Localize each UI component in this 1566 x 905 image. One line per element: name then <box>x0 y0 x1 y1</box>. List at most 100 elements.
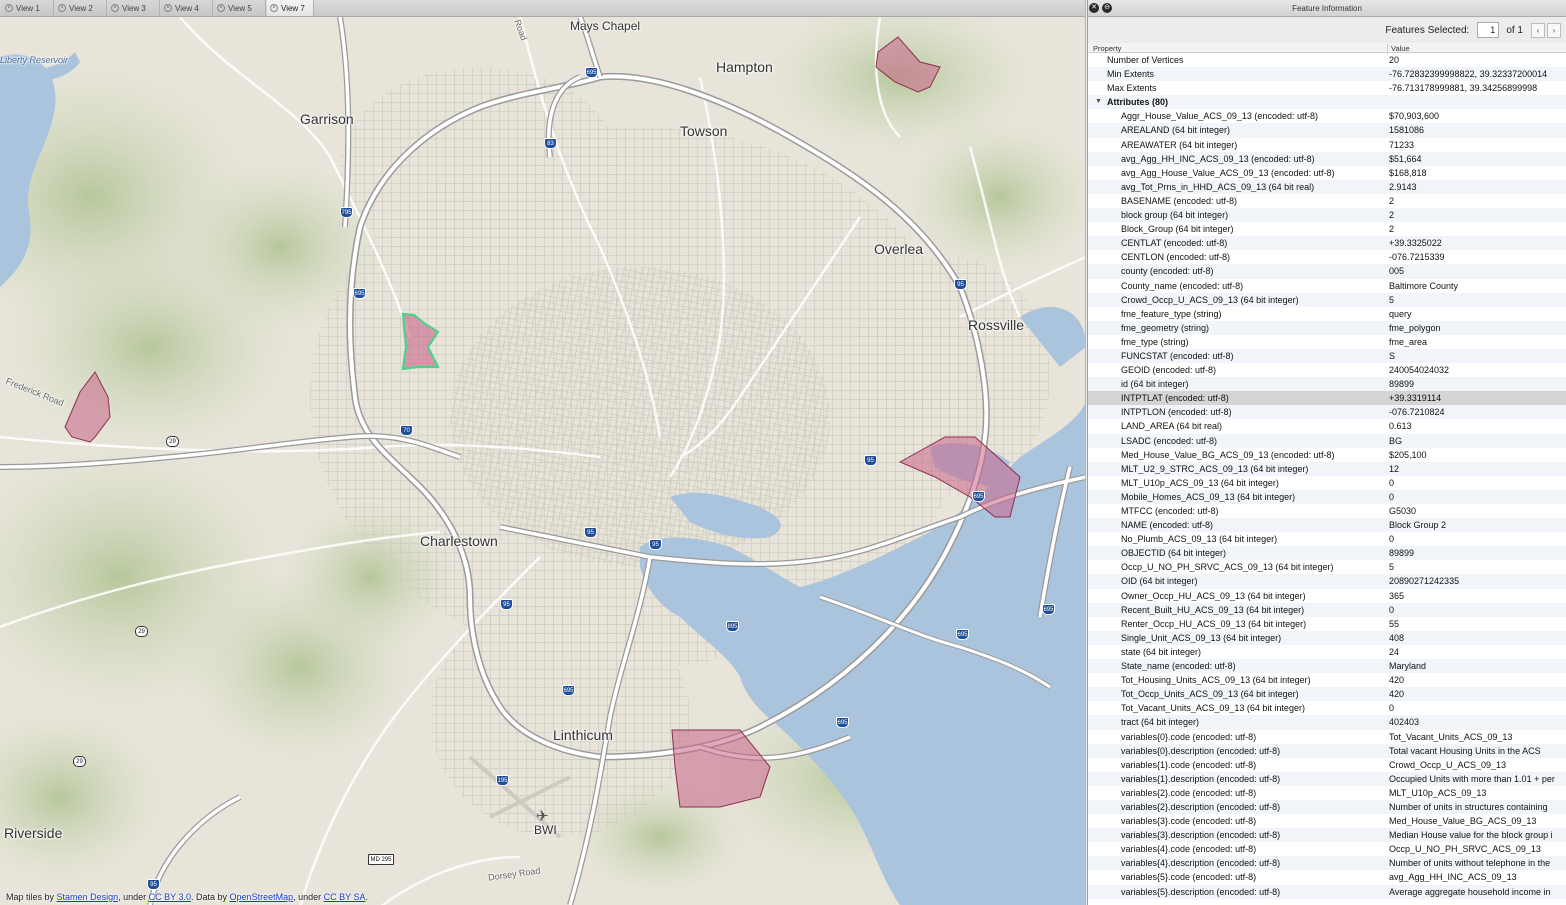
interstate-shield: 695 <box>353 288 366 299</box>
property-row[interactable]: MLT_U10p_ACS_09_13 (64 bit integer) 0 <box>1088 476 1566 490</box>
property-row[interactable]: variables{4}.code (encoded: utf-8) Occp_U… <box>1088 842 1566 856</box>
view-tab[interactable]: × View 7 <box>267 0 314 16</box>
property-row[interactable]: tract (64 bit integer) 402403 <box>1088 715 1566 730</box>
property-row[interactable]: AREAWATER (64 bit integer) 71233 <box>1088 138 1566 152</box>
tab-close-icon[interactable]: × <box>270 4 278 12</box>
property-row[interactable]: CENTLON (encoded: utf-8) -076.7215339 <box>1088 250 1566 264</box>
tab-close-icon[interactable]: × <box>217 4 225 12</box>
property-row[interactable]: Med_House_Value_BG_ACS_09_13 (encoded: u… <box>1088 448 1566 462</box>
property-row[interactable]: LSADC (encoded: utf-8) BG <box>1088 433 1566 448</box>
stamen-link[interactable]: Stamen Design <box>57 892 119 902</box>
property-row[interactable]: County_name (encoded: utf-8) Baltimore Co… <box>1088 279 1566 293</box>
cc-by-sa-link[interactable]: CC BY SA <box>324 892 366 902</box>
property-row[interactable]: fme_feature_type (string) query <box>1088 307 1566 321</box>
property-value: Med_House_Value_BG_ACS_09_13 <box>1389 816 1537 827</box>
property-row[interactable]: fme_type (string) fme_area <box>1088 335 1566 349</box>
features-selected-label: Features Selected: <box>1385 24 1470 36</box>
property-row[interactable]: INTPTLAT (encoded: utf-8) +39.3319114 <box>1088 391 1566 406</box>
property-row[interactable]: Renter_Occp_HU_ACS_09_13 (64 bit integer… <box>1088 617 1566 631</box>
property-row[interactable]: Max Extents -76.713178999881, 39.34256899… <box>1088 81 1566 95</box>
view-tab[interactable]: × View 4 <box>161 0 213 16</box>
property-row[interactable]: Number of Vertices 20 <box>1088 53 1566 67</box>
osm-link[interactable]: OpenStreetMap <box>230 892 294 902</box>
property-row[interactable]: MTFCC (encoded: utf-8) G5030 <box>1088 504 1566 518</box>
property-row[interactable]: avg_Agg_House_Value_ACS_09_13 (encoded: … <box>1088 166 1566 180</box>
map-canvas[interactable]: ✈ Mays Chapel Hampton Garrison Towson Ov… <box>0 0 1085 905</box>
property-name: fme_geometry (string) <box>1121 322 1210 333</box>
property-row[interactable]: variables{4}.description (encoded: utf-8… <box>1088 856 1566 871</box>
property-row[interactable]: variables{5}.description (encoded: utf-8… <box>1088 884 1566 899</box>
panel-titlebar: ✕ ⊖ Feature Information <box>1088 0 1566 17</box>
disclosure-triangle-icon[interactable]: ▼ <box>1095 98 1102 105</box>
tab-close-icon[interactable]: × <box>111 4 119 12</box>
property-row[interactable]: Tot_Housing_Units_ACS_09_13 (64 bit inte… <box>1088 673 1566 687</box>
property-row[interactable]: Crowd_Occp_U_ACS_09_13 (64 bit integer) 5 <box>1088 292 1566 307</box>
property-row[interactable]: variables{3}.description (encoded: utf-8… <box>1088 828 1566 843</box>
property-row[interactable]: county (encoded: utf-8) 005 <box>1088 264 1566 279</box>
place-label-liberty-reservoir: Liberty Reservoir <box>0 55 69 65</box>
property-name: variables{5}.description (encoded: utf-8… <box>1121 886 1281 897</box>
property-row[interactable]: variables{1}.description (encoded: utf-8… <box>1088 771 1566 786</box>
property-row[interactable]: state (64 bit integer) 24 <box>1088 645 1566 659</box>
property-value: 365 <box>1389 590 1405 601</box>
tab-close-icon[interactable]: × <box>58 4 66 12</box>
property-name: NAME (encoded: utf-8) <box>1121 520 1214 531</box>
property-row[interactable]: State_name (encoded: utf-8) Maryland <box>1088 659 1566 674</box>
property-row[interactable]: NAME (encoded: utf-8) Block Group 2 <box>1088 518 1566 533</box>
property-row[interactable]: avg_Agg_HH_INC_ACS_09_13 (encoded: utf-8… <box>1088 151 1566 166</box>
property-row[interactable]: Single_Unit_ACS_09_13 (64 bit integer) 40… <box>1088 630 1566 645</box>
property-row[interactable]: variables{0}.code (encoded: utf-8) Tot_Va… <box>1088 730 1566 744</box>
view-tab[interactable]: × View 1 <box>2 0 54 16</box>
property-row[interactable]: OID (64 bit integer) 20890271242335 <box>1088 574 1566 589</box>
property-row[interactable]: AREALAND (64 bit integer) 1581086 <box>1088 123 1566 138</box>
next-feature-button[interactable]: › <box>1547 22 1561 38</box>
property-row[interactable]: MLT_U2_9_STRC_ACS_09_13 (64 bit integer)… <box>1088 461 1566 476</box>
property-row[interactable]: GEOID (encoded: utf-8) 240054024032 <box>1088 363 1566 377</box>
property-row[interactable]: Recent_Built_HU_ACS_09_13 (64 bit intege… <box>1088 602 1566 617</box>
feature-info-panel: ✕ ⊖ Feature Information Features Selecte… <box>1087 0 1566 905</box>
property-row[interactable]: OBJECTID (64 bit integer) 89899 <box>1088 546 1566 561</box>
property-row[interactable]: variables{0}.description (encoded: utf-8… <box>1088 743 1566 758</box>
property-row[interactable]: variables{1}.code (encoded: utf-8) Crowd_… <box>1088 758 1566 772</box>
property-row[interactable]: variables{2}.code (encoded: utf-8) MLT_U1… <box>1088 786 1566 800</box>
view-tab[interactable]: × View 2 <box>55 0 107 16</box>
column-header-property[interactable]: Property <box>1093 44 1121 53</box>
property-row[interactable]: id (64 bit integer) 89899 <box>1088 377 1566 392</box>
view-tab-label: View 3 <box>122 3 146 13</box>
tab-close-icon[interactable]: × <box>164 4 172 12</box>
view-tab[interactable]: × View 5 <box>214 0 266 16</box>
property-name: Min Extents <box>1107 69 1155 80</box>
property-row[interactable]: CENTLAT (encoded: utf-8) +39.3325022 <box>1088 236 1566 251</box>
property-row[interactable]: Min Extents -76.72832399998822, 39.323372… <box>1088 67 1566 82</box>
property-row[interactable]: Aggr_House_Value_ACS_09_13 (encoded: utf… <box>1088 109 1566 123</box>
property-value: 420 <box>1389 689 1405 700</box>
previous-feature-button[interactable]: ‹ <box>1531 22 1545 38</box>
property-row[interactable]: avg_Tot_Prns_in_HHD_ACS_09_13 (64 bit re… <box>1088 179 1566 194</box>
property-row[interactable]: Tot_Vacant_Units_ACS_09_13 (64 bit integ… <box>1088 701 1566 715</box>
close-icon[interactable]: ✕ <box>1089 3 1099 13</box>
property-row[interactable]: BASENAME (encoded: utf-8) 2 <box>1088 194 1566 208</box>
property-row[interactable]: Tot_Occp_Units_ACS_09_13 (64 bit integer… <box>1088 687 1566 702</box>
property-name: Med_House_Value_BG_ACS_09_13 (encoded: u… <box>1121 449 1335 460</box>
cc-by-link[interactable]: CC BY 3.0 <box>149 892 191 902</box>
property-row[interactable]: FUNCSTAT (encoded: utf-8) S <box>1088 348 1566 364</box>
view-tab[interactable]: × View 3 <box>108 0 160 16</box>
property-row[interactable]: variables{3}.code (encoded: utf-8) Med_Ho… <box>1088 814 1566 828</box>
property-name: INTPTLAT (encoded: utf-8) <box>1121 393 1229 404</box>
feature-index-field[interactable]: 1 <box>1477 22 1500 38</box>
property-row[interactable]: Occp_U_NO_PH_SRVC_ACS_09_13 (64 bit inte… <box>1088 560 1566 574</box>
property-row[interactable]: Mobile_Homes_ACS_09_13 (64 bit integer) 0 <box>1088 489 1566 504</box>
property-row[interactable]: block group (64 bit integer) 2 <box>1088 208 1566 223</box>
property-row[interactable]: No_Plumb_ACS_09_13 (64 bit integer) 0 <box>1088 532 1566 546</box>
property-row[interactable]: fme_geometry (string) fme_polygon <box>1088 320 1566 335</box>
property-row[interactable]: variables{2}.description (encoded: utf-8… <box>1088 799 1566 815</box>
property-row[interactable]: Block_Group (64 bit integer) 2 <box>1088 222 1566 236</box>
property-row[interactable]: INTPTLON (encoded: utf-8) -076.7210824 <box>1088 405 1566 420</box>
property-row[interactable]: LAND_AREA (64 bit real) 0.613 <box>1088 419 1566 433</box>
tab-close-icon[interactable]: × <box>5 4 13 12</box>
attributes-group-row[interactable]: ▼ Attributes (80) <box>1088 95 1566 110</box>
property-row[interactable]: Owner_Occp_HU_ACS_09_13 (64 bit integer)… <box>1088 589 1566 603</box>
property-row[interactable]: variables{5}.code (encoded: utf-8) avg_Ag… <box>1088 870 1566 884</box>
property-name: Max Extents <box>1107 83 1157 94</box>
float-icon[interactable]: ⊖ <box>1102 3 1112 13</box>
